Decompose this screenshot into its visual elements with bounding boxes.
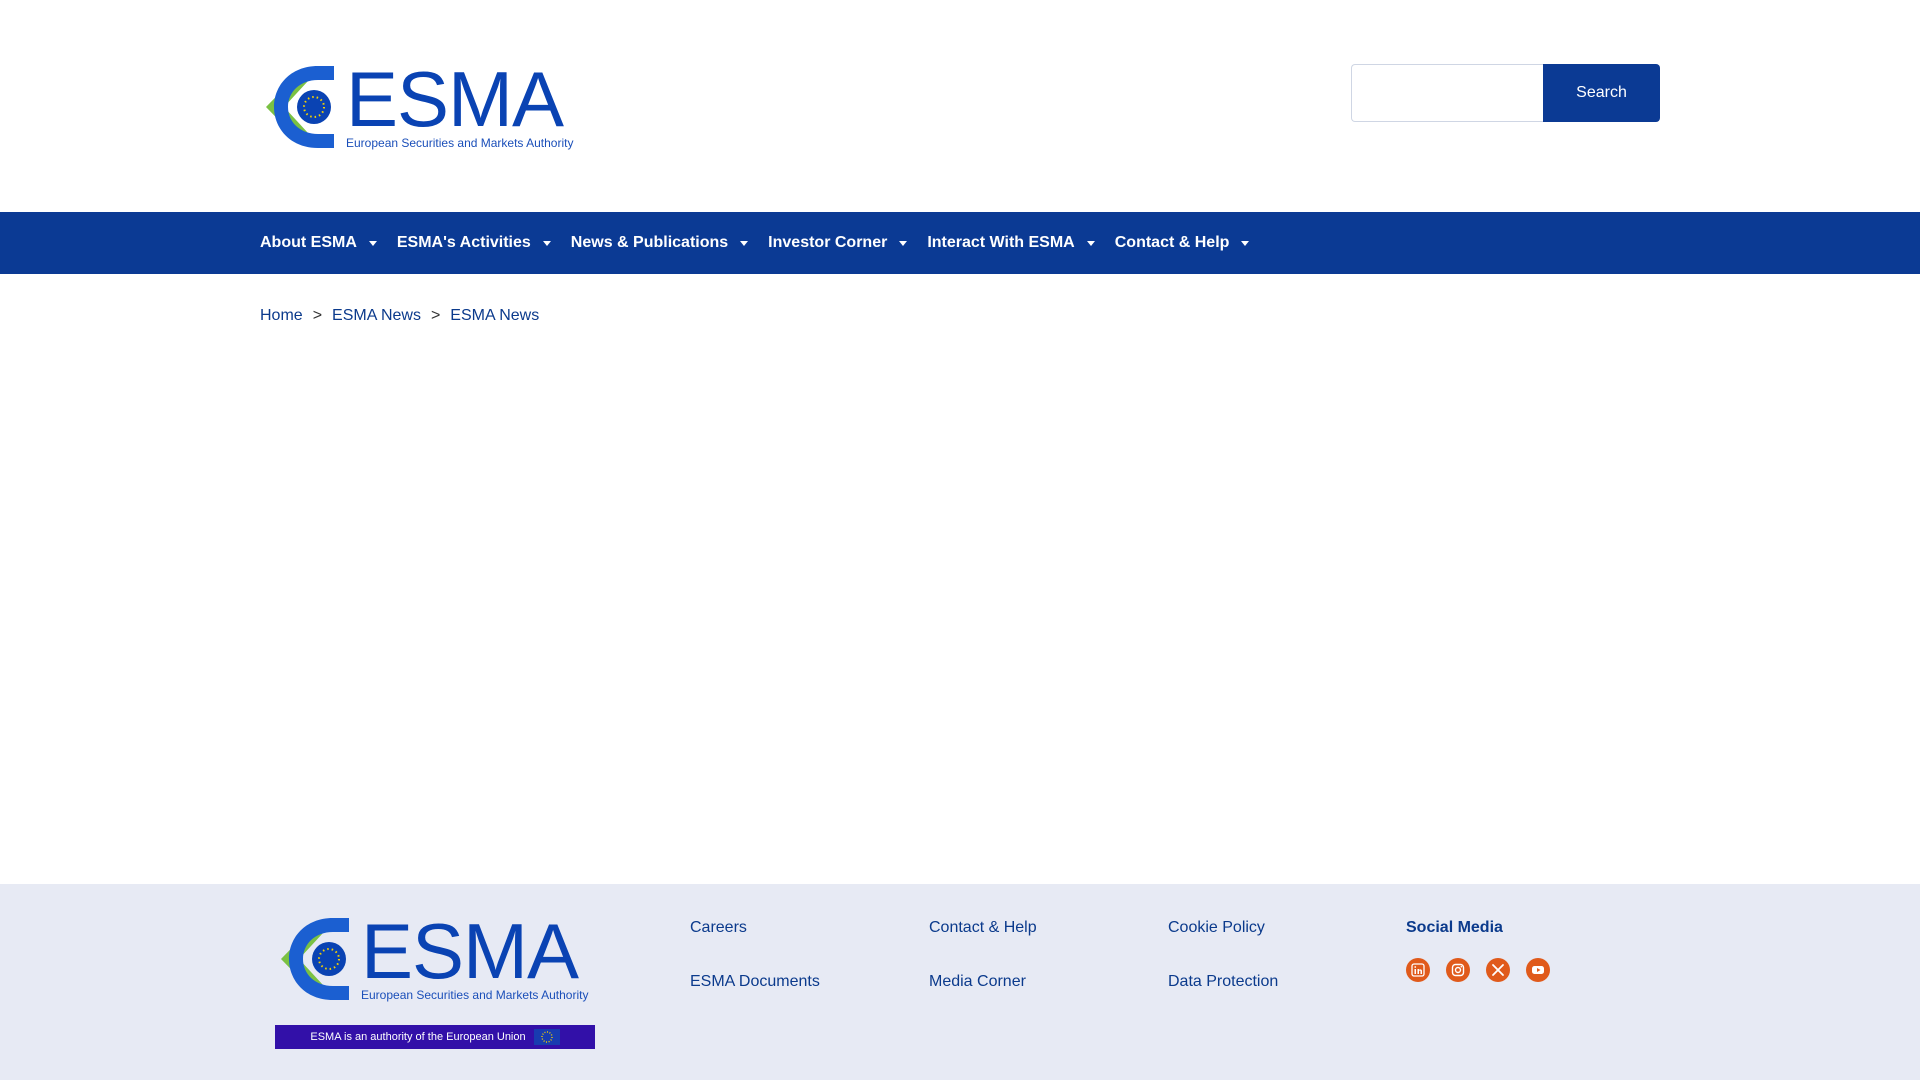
footer-link-cookie-policy[interactable]: Cookie Policy (1168, 919, 1278, 937)
nav-item-interact-with-esma[interactable]: Interact With ESMA (927, 234, 1095, 252)
esma-logo[interactable]: ESMA European Securities and Markets Aut… (260, 55, 580, 150)
footer-link-esma-documents[interactable]: ESMA Documents (690, 973, 820, 991)
logo-wordmark: ESMA (346, 55, 564, 143)
nav-item-esma-activities[interactable]: ESMA's Activities (397, 234, 551, 252)
breadcrumb: Home > ESMA News > ESMA News (260, 307, 539, 325)
search-input[interactable] (1351, 64, 1543, 122)
breadcrumb-esma-news[interactable]: ESMA News (332, 307, 421, 325)
footer-column-1: Careers ESMA Documents (690, 919, 820, 991)
caret-down-icon (1241, 240, 1250, 246)
social-media-title: Social Media (1406, 919, 1503, 936)
footer-link-data-protection[interactable]: Data Protection (1168, 973, 1278, 991)
esma-logo-mark-icon (266, 66, 334, 148)
footer-link-careers[interactable]: Careers (690, 919, 820, 937)
linkedin-icon[interactable] (1406, 958, 1430, 982)
nav-item-investor-corner[interactable]: Investor Corner (768, 234, 908, 252)
search-button[interactable]: Search (1543, 64, 1660, 122)
nav-item-about-esma[interactable]: About ESMA (260, 234, 377, 252)
nav-item-news-publications[interactable]: News & Publications (571, 234, 749, 252)
breadcrumb-separator: > (430, 307, 441, 324)
footer-logo-wordmark: ESMA (361, 907, 579, 995)
youtube-icon[interactable] (1526, 958, 1550, 982)
nav-list: About ESMA ESMA's Activities News & Publ… (260, 212, 1269, 274)
social-media-icons (1406, 958, 1566, 982)
x-icon[interactable] (1486, 958, 1510, 982)
caret-down-icon (368, 240, 377, 246)
esma-logo-mark-icon (281, 918, 349, 1000)
caret-down-icon (899, 240, 908, 246)
footer-esma-logo[interactable]: ESMA European Securities and Markets Aut… (275, 907, 595, 1002)
footer-link-media-corner[interactable]: Media Corner (929, 973, 1037, 991)
footer-link-contact-help[interactable]: Contact & Help (929, 919, 1037, 937)
footer-logo-subtitle: European Securities and Markets Authorit… (361, 988, 589, 1002)
site-footer: ESMA European Securities and Markets Aut… (0, 884, 1920, 1080)
eu-authority-band: ESMA is an authority of the European Uni… (275, 1025, 595, 1049)
main-navigation: About ESMA ESMA's Activities News & Publ… (0, 212, 1920, 274)
nav-item-contact-help[interactable]: Contact & Help (1115, 234, 1250, 252)
breadcrumb-separator: > (312, 307, 323, 324)
caret-down-icon (1086, 240, 1095, 246)
instagram-icon[interactable] (1446, 958, 1470, 982)
eu-flag-icon (533, 1029, 560, 1045)
breadcrumb-home[interactable]: Home (260, 307, 303, 325)
site-header: ESMA European Securities and Markets Aut… (0, 0, 1920, 212)
eu-authority-text: ESMA is an authority of the European Uni… (310, 1031, 526, 1043)
caret-down-icon (740, 240, 749, 246)
breadcrumb-current[interactable]: ESMA News (450, 307, 539, 325)
caret-down-icon (542, 240, 551, 246)
footer-column-2: Contact & Help Media Corner (929, 919, 1037, 991)
footer-column-3: Cookie Policy Data Protection (1168, 919, 1278, 991)
search-form: Search (1351, 64, 1660, 122)
logo-subtitle: European Securities and Markets Authorit… (346, 136, 574, 150)
